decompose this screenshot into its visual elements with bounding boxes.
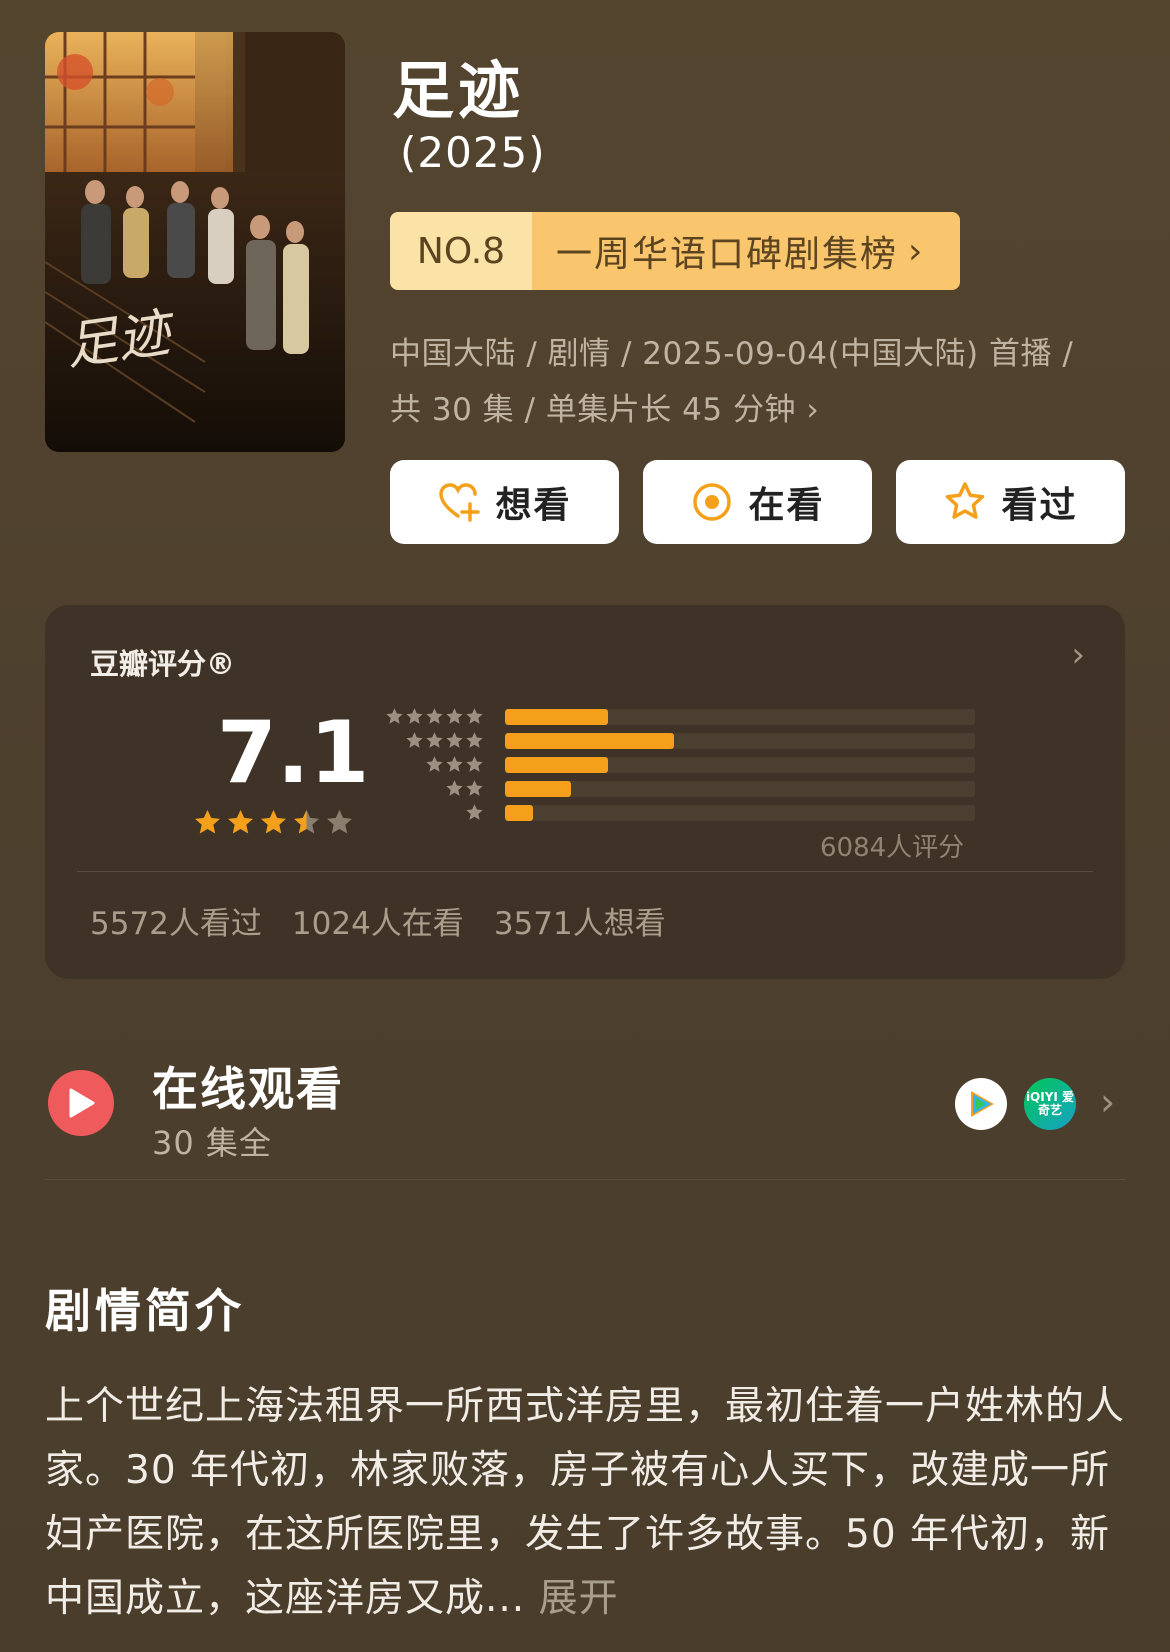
watched-count: 5572人看过 xyxy=(90,906,262,942)
star-icon xyxy=(446,708,463,724)
star-icon xyxy=(466,708,483,724)
star-icon xyxy=(466,804,483,820)
star-icon xyxy=(426,756,443,772)
rating-stars xyxy=(193,808,354,837)
star-icon xyxy=(327,809,352,834)
chevron-right-icon[interactable]: › xyxy=(1071,635,1085,675)
want-to-watch-label: 想看 xyxy=(495,485,572,526)
show-meta-info[interactable]: 中国大陆 / 剧情 / 2025-09-04(中国大陆) 首播 / 共 30 集… xyxy=(390,326,1110,438)
target-icon xyxy=(693,483,732,521)
star-outline-icon xyxy=(946,482,985,519)
douban-rating-card[interactable]: 豆瓣评分® › 7.1 6084人评分 5572人看过 1024人在看 3571… xyxy=(45,605,1125,979)
star-icon xyxy=(466,780,483,796)
play-icon xyxy=(48,1070,114,1136)
tencent-video-icon[interactable] xyxy=(955,1078,1007,1130)
poster-illustration: 足迹 xyxy=(45,32,345,452)
distribution-bar xyxy=(505,781,975,797)
star-icon xyxy=(446,780,463,796)
want-count: 3571人想看 xyxy=(493,906,666,942)
show-title: 足迹 xyxy=(392,54,525,127)
distribution-bar xyxy=(505,805,975,821)
star-icon xyxy=(386,708,403,724)
star-icon xyxy=(466,732,483,748)
distribution-bar xyxy=(505,709,975,725)
star-icon xyxy=(406,732,423,748)
watch-online-row[interactable]: 在线观看 30 集全 iQIYI 爱奇艺 › xyxy=(45,1050,1125,1180)
watch-online-title: 在线观看 xyxy=(152,1062,344,1116)
meta-line-1: 中国大陆 / 剧情 / 2025-09-04(中国大陆) 首播 / xyxy=(390,336,1074,372)
chevron-right-icon[interactable]: › xyxy=(1100,1080,1115,1124)
action-buttons: 想看 在看 看过 xyxy=(390,460,1125,544)
rank-number: NO.8 xyxy=(390,212,532,290)
distribution-bar-fill xyxy=(505,733,675,749)
star-icon xyxy=(261,809,286,834)
distribution-bar xyxy=(505,733,975,749)
star-icon xyxy=(294,809,319,834)
distribution-bar-fill xyxy=(505,781,571,797)
want-to-watch-button[interactable]: 想看 xyxy=(390,460,619,544)
star-icon xyxy=(426,732,443,748)
meta-line-2: 共 30 集 / 单集片长 45 分钟 › xyxy=(390,382,1110,438)
poster-image[interactable]: 足迹 xyxy=(45,32,345,452)
meta-line-2-text: 共 30 集 / 单集片长 45 分钟 xyxy=(390,392,796,428)
divider xyxy=(45,1179,1125,1180)
rating-score: 7.1 xyxy=(217,703,370,803)
star-icon xyxy=(466,756,483,772)
watching-count: 1024人在看 xyxy=(291,906,464,942)
distribution-stars xyxy=(445,779,484,798)
distribution-bar-fill xyxy=(505,805,534,821)
expand-link[interactable]: 展开 xyxy=(539,1576,619,1621)
distribution-stars xyxy=(465,803,484,822)
distribution-stars xyxy=(385,707,484,726)
rating-count: 6084人评分 xyxy=(820,833,965,863)
star-icon xyxy=(406,708,423,724)
distribution-stars xyxy=(405,731,484,750)
star-icon xyxy=(195,809,220,834)
watching-label: 在看 xyxy=(748,485,825,526)
distribution-stars xyxy=(425,755,484,774)
distribution-bar xyxy=(505,757,975,773)
star-icon xyxy=(228,809,253,834)
watched-button[interactable]: 看过 xyxy=(896,460,1125,544)
star-icon xyxy=(446,732,463,748)
show-year: (2025) xyxy=(400,128,546,177)
rank-list-label: 一周华语口碑剧集榜 xyxy=(556,234,899,275)
heart-plus-icon xyxy=(439,483,481,522)
watched-label: 看过 xyxy=(1001,485,1078,526)
ranking-badge[interactable]: NO.8 一周华语口碑剧集榜 › xyxy=(390,212,960,290)
rating-label: 豆瓣评分® xyxy=(90,647,236,681)
rank-list-link: 一周华语口碑剧集榜 › xyxy=(532,212,960,290)
synopsis-text[interactable]: 上个世纪上海法租界一所西式洋房里，最初住着一户姓林的人家。30 年代初，林家败落… xyxy=(45,1375,1130,1631)
chevron-right-icon: › xyxy=(908,230,925,272)
viewer-stats: 5572人看过 1024人在看 3571人想看 xyxy=(90,898,666,943)
star-icon xyxy=(446,756,463,772)
synopsis-title: 剧情简介 xyxy=(45,1284,245,1338)
watching-button[interactable]: 在看 xyxy=(643,460,872,544)
episode-status: 30 集全 xyxy=(152,1124,272,1162)
distribution-bar-fill xyxy=(505,709,609,725)
chevron-right-icon: › xyxy=(806,392,820,428)
distribution-bar-fill xyxy=(505,757,609,773)
iqiyi-icon[interactable]: iQIYI 爱奇艺 xyxy=(1024,1078,1076,1130)
star-icon xyxy=(426,708,443,724)
divider xyxy=(77,871,1093,872)
